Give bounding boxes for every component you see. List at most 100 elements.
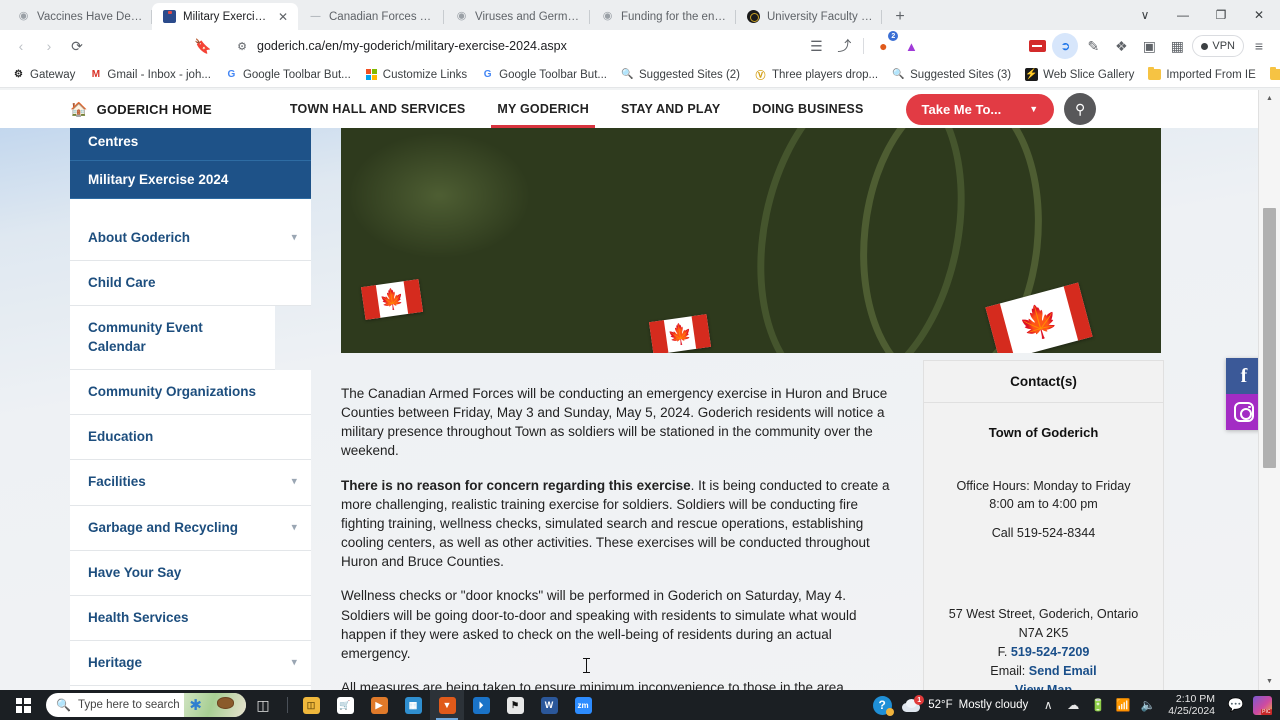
take-me-to-dropdown[interactable]: Take Me To... ▼	[905, 93, 1055, 125]
volume-icon[interactable]: 🔈	[1137, 693, 1159, 717]
bookmark-item[interactable]: 🔍 Suggested Sites (2)	[615, 66, 746, 83]
browser-tab[interactable]: University Faculty and Jewish Ra	[736, 3, 882, 30]
reload-icon[interactable]: ⟳	[64, 33, 90, 59]
scroll-up-arrow[interactable]: ▲	[1259, 90, 1280, 107]
maple-leaf-icon: 🍁	[378, 286, 406, 313]
browser-tab-active[interactable]: Military Exercise 2024 - Town ✕	[152, 3, 298, 30]
sidebar-item-garbage-and-recycling[interactable]: Garbage and Recycling ▾	[70, 505, 311, 551]
bookmark-item[interactable]: Imported From IE	[1142, 66, 1261, 83]
tab-search-icon[interactable]: ∨	[1126, 0, 1164, 30]
chevron-down-icon[interactable]: ▾	[291, 520, 297, 535]
bookmark-item[interactable]: M Gmail - Inbox - joh...	[83, 66, 217, 83]
brave-triangle-icon[interactable]: ▲	[898, 33, 924, 59]
vpn-button[interactable]: VPN	[1192, 35, 1244, 57]
close-button[interactable]: ✕	[1240, 0, 1278, 30]
sidebar-item-heritage[interactable]: Heritage ▾	[70, 641, 311, 687]
chevron-down-icon[interactable]: ▾	[291, 231, 297, 246]
forward-icon[interactable]: ›	[36, 33, 62, 59]
bookmark-item[interactable]: G Google Toolbar But...	[475, 66, 613, 83]
reading-list-icon[interactable]: ☰	[803, 33, 829, 59]
minimize-button[interactable]: —	[1164, 0, 1202, 30]
sidebar-item-about-goderich[interactable]: About Goderich ▾	[70, 216, 311, 262]
onedrive-icon[interactable]: ☁	[1062, 693, 1084, 717]
browser-tab[interactable]: — Canadian Forces To Perform "Do	[298, 3, 444, 30]
contact-phone: Call 519-524-8344	[991, 526, 1096, 541]
help-tray-button[interactable]: ?	[871, 693, 894, 717]
site-settings-icon[interactable]: ⚙	[234, 38, 250, 54]
sidebar-item-community-organizations[interactable]: Community Organizations	[70, 369, 311, 416]
notification-icon[interactable]: 💬	[1224, 693, 1248, 717]
nav-item-doing-business[interactable]: DOING BUSINESS	[736, 90, 879, 128]
brave-shields-icon[interactable]: ● 2	[870, 31, 899, 59]
back-icon[interactable]: ‹	[8, 33, 34, 59]
window-controls: ∨ — ❐ ✕	[1126, 0, 1280, 30]
browser-tab[interactable]: ◉ Funding for the end of April | Do	[590, 3, 736, 30]
extensions-puzzle-icon[interactable]: ❖	[1108, 33, 1134, 59]
bookmark-item[interactable]: 🔍 Suggested Sites (3)	[886, 66, 1017, 83]
nav-item-stay-and-play[interactable]: STAY AND PLAY	[605, 90, 736, 128]
nav-item-town-hall[interactable]: TOWN HALL AND SERVICES	[274, 90, 481, 128]
instagram-icon[interactable]	[1226, 394, 1262, 430]
pen-extension-icon[interactable]: ✎	[1080, 33, 1106, 59]
picture-app-icon[interactable]	[1251, 693, 1273, 717]
weather-widget[interactable]: 1 52°F Mostly cloudy	[896, 695, 1034, 712]
start-button[interactable]	[0, 690, 46, 720]
share-icon[interactable]: ⤴	[831, 33, 857, 59]
translate-extension-icon[interactable]: ➲	[1052, 33, 1079, 59]
tray-overflow-chevron-icon[interactable]: ∧	[1037, 693, 1059, 717]
address-bar[interactable]: ⚙ goderich.ca/en/my-goderich/military-ex…	[224, 33, 796, 59]
chevron-down-icon[interactable]: ▾	[291, 475, 297, 490]
sidebar-item-facilities[interactable]: Facilities ▾	[70, 460, 311, 506]
taskbar-app-microsoft-store[interactable]: 🛒	[328, 690, 362, 720]
page-scrollbar[interactable]: ▲ ▼	[1258, 90, 1280, 690]
battery-icon[interactable]: 🔋	[1087, 693, 1109, 717]
taskbar-app-zoom[interactable]: zm	[566, 690, 600, 720]
taskbar-app-photos[interactable]: ▦	[396, 690, 430, 720]
wallet-icon[interactable]: ▦	[1164, 33, 1190, 59]
sidebar-item-education[interactable]: Education	[70, 415, 311, 461]
browser-menu-icon[interactable]: ≡	[1246, 33, 1272, 59]
bookmark-item[interactable]: Imported From Fire...	[1264, 66, 1280, 83]
taskbar-search-box[interactable]: 🔍 Type here to search ✱	[46, 693, 246, 717]
nav-item-my-goderich[interactable]: MY GODERICH	[481, 90, 605, 128]
task-view-button[interactable]: ◫	[246, 690, 280, 720]
scrollbar-thumb[interactable]	[1263, 208, 1276, 468]
taskbar-app-dark[interactable]: ⚑	[498, 690, 532, 720]
sidebar-item-have-your-say[interactable]: Have Your Say	[70, 550, 311, 596]
taskbar-app-media-player[interactable]: ▶	[362, 690, 396, 720]
bookmark-item[interactable]: ⚡ Web Slice Gallery	[1019, 66, 1140, 83]
bookmark-icon[interactable]: 🔖	[190, 33, 216, 59]
new-tab-button[interactable]: +	[886, 3, 914, 30]
taskbar-app-file-explorer[interactable]: ◫	[294, 690, 328, 720]
browser-tab[interactable]: ◉ Vaccines Have Destroyed Society	[6, 3, 152, 30]
sidebar-item-military-exercise-2024[interactable]: Military Exercise 2024	[70, 161, 311, 199]
fax-number-link[interactable]: 519-524-7209	[1011, 645, 1089, 659]
bookmark-item[interactable]: ⚙ Gateway	[6, 66, 81, 83]
bookmark-item[interactable]: Ⓥ Three players drop...	[748, 66, 884, 83]
view-map-link[interactable]: View Map	[938, 681, 1149, 690]
site-brand[interactable]: 🏠 GODERICH HOME	[0, 101, 212, 118]
chevron-down-icon[interactable]: ▾	[291, 656, 297, 671]
close-icon[interactable]: ✕	[276, 10, 290, 24]
scroll-down-arrow[interactable]: ▼	[1259, 673, 1280, 690]
send-email-link[interactable]: Send Email	[1029, 664, 1097, 678]
taskbar-app-blue[interactable]: ⏵	[464, 690, 498, 720]
wifi-icon[interactable]: 📶	[1112, 693, 1134, 717]
bookmark-item[interactable]: G Google Toolbar But...	[219, 66, 357, 83]
taskbar-app-brave-browser[interactable]: ▼	[430, 690, 464, 720]
taskbar-app-word[interactable]: W	[532, 690, 566, 720]
extension-red-icon[interactable]	[1024, 33, 1050, 59]
sidebar-item-community-event-calendar[interactable]: Community Event Calendar	[70, 306, 275, 370]
bookmark-item[interactable]: Customize Links	[359, 66, 473, 83]
maximize-button[interactable]: ❐	[1202, 0, 1240, 30]
clock[interactable]: 2:10 PM 4/25/2024	[1162, 693, 1221, 718]
site-search-button[interactable]: ⚲	[1064, 93, 1097, 125]
split-view-icon[interactable]: ▣	[1136, 33, 1162, 59]
sidebar-item-child-care[interactable]: Child Care	[70, 261, 311, 307]
sidebar-item-centres[interactable]: Centres	[70, 128, 311, 161]
sidebar-item-health-services[interactable]: Health Services	[70, 595, 311, 642]
browser-tab[interactable]: ◉ Viruses and Germs are NOT the C	[444, 3, 590, 30]
facebook-icon[interactable]: f	[1226, 358, 1262, 394]
